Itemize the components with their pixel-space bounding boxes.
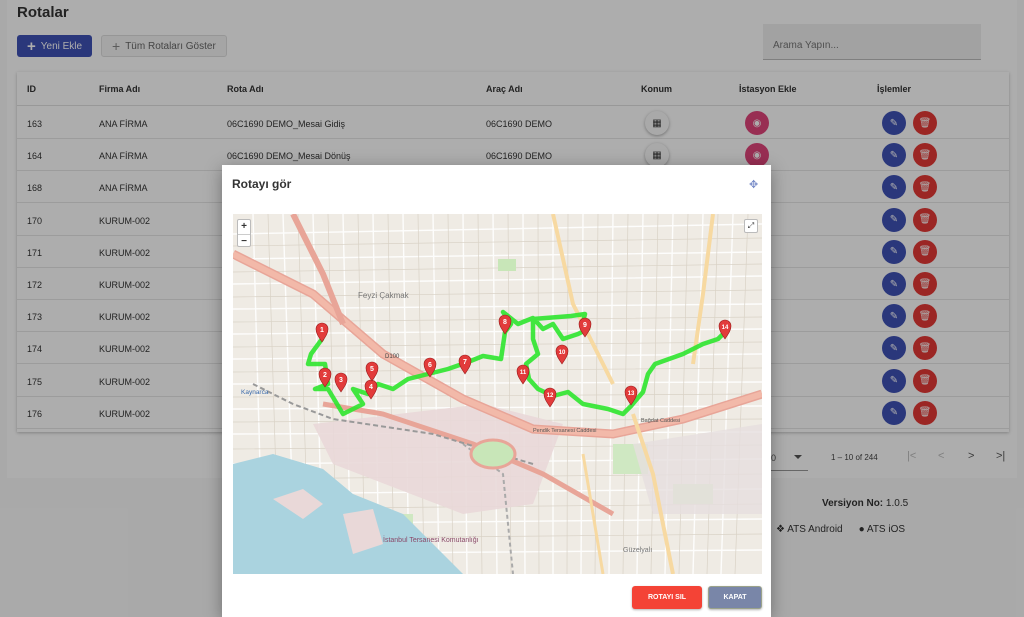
marker-label: 4: [369, 384, 373, 391]
marker-label: 12: [547, 393, 554, 399]
map-label-area: Güzelyalı: [623, 547, 652, 554]
marker-label: 6: [428, 362, 432, 369]
marker-label: 3: [339, 377, 343, 384]
marker-label: 11: [520, 370, 527, 376]
map-label-road: D100: [385, 354, 400, 360]
delete-route-button[interactable]: ROTAYI SIL: [632, 586, 702, 609]
marker-label: 9: [583, 322, 587, 329]
marker-label: 13: [628, 391, 635, 397]
map-label-avenue: Pendik Tersanesi Caddesi: [533, 428, 597, 434]
zoom-in-button[interactable]: +: [238, 220, 250, 234]
route-view-modal: Rotayı gör ✥ Feyzi Çakmak D100 Pendik Te…: [222, 165, 771, 617]
fullscreen-icon[interactable]: ⤢: [744, 219, 758, 233]
marker-label: 10: [559, 350, 566, 356]
zoom-out-button[interactable]: −: [238, 234, 250, 248]
marker-label: 5: [370, 366, 374, 373]
marker-label: 7: [463, 359, 467, 366]
zoom-control: + −: [237, 219, 251, 247]
move-icon[interactable]: ✥: [749, 178, 758, 191]
marker-label: 8: [503, 319, 507, 326]
marker-label: 1: [320, 327, 324, 334]
map-canvas: Feyzi Çakmak D100 Pendik Tersanesi Cadde…: [233, 214, 762, 574]
modal-title: Rotayı gör: [232, 177, 292, 191]
map-label-district: Feyzi Çakmak: [358, 291, 410, 300]
map-label-bagdat: Bağdat Caddesi: [641, 418, 680, 424]
map-label-shipyard: İstanbul Tersanesi Komutanlığı: [383, 535, 479, 544]
marker-label: 2: [323, 372, 327, 379]
route-map[interactable]: Feyzi Çakmak D100 Pendik Tersanesi Cadde…: [233, 214, 762, 574]
marker-label: 14: [722, 325, 729, 331]
map-label-kaynarca: Kaynarca: [241, 389, 269, 396]
close-modal-button[interactable]: KAPAT: [708, 586, 762, 609]
